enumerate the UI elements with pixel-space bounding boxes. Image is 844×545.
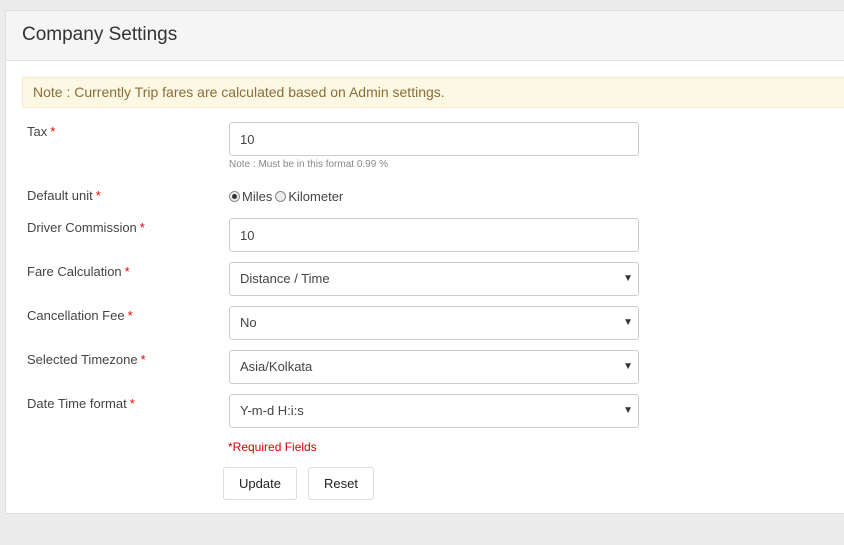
tax-label: Tax * (27, 124, 55, 139)
datetime-format-selected-value: Y-m-d H:i:s (240, 403, 304, 418)
datetime-format-label-text: Date Time format (27, 396, 127, 411)
required-asterisk: * (139, 220, 145, 235)
default-unit-label: Default unit * (27, 188, 101, 203)
cancellation-fee-selected-value: No (240, 315, 257, 330)
tax-format-hint: Note : Must be in this format 0.99 % (229, 159, 388, 170)
kilometer-radio[interactable] (275, 191, 287, 202)
cancellation-fee-select[interactable]: No ▼ (229, 306, 639, 340)
datetime-format-select[interactable]: Y-m-d H:i:s ▼ (229, 394, 639, 428)
datetime-format-label: Date Time format * (27, 396, 135, 411)
miles-radio[interactable] (229, 191, 240, 202)
caret-down-icon: ▼ (623, 361, 633, 372)
required-asterisk: * (129, 396, 135, 411)
miles-radio-label[interactable]: Miles (242, 189, 272, 204)
fare-calculation-selected-value: Distance / Time (240, 271, 330, 286)
timezone-label-text: Selected Timezone (27, 352, 138, 367)
fare-calculation-label: Fare Calculation * (27, 264, 130, 279)
default-unit-radio-group: Miles Kilometer (229, 189, 346, 204)
cancellation-fee-label: Cancellation Fee * (27, 308, 133, 323)
caret-down-icon: ▼ (623, 273, 633, 284)
admin-settings-note: Note : Currently Trip fares are calculat… (22, 77, 844, 108)
driver-commission-input[interactable] (229, 218, 639, 252)
reset-button[interactable]: Reset (308, 467, 374, 500)
required-asterisk: * (50, 124, 56, 139)
required-asterisk: * (95, 188, 101, 203)
tax-label-text: Tax (27, 124, 48, 139)
page-title: Company Settings (22, 24, 178, 45)
driver-commission-label: Driver Commission * (27, 220, 145, 235)
required-asterisk: * (127, 308, 133, 323)
update-button[interactable]: Update (223, 467, 297, 500)
timezone-label: Selected Timezone * (27, 352, 146, 367)
cancellation-fee-label-text: Cancellation Fee (27, 308, 125, 323)
panel-header: Company Settings (6, 11, 844, 61)
timezone-select[interactable]: Asia/Kolkata ▼ (229, 350, 639, 384)
timezone-selected-value: Asia/Kolkata (240, 359, 313, 374)
company-settings-panel: Company Settings Note : Currently Trip f… (5, 10, 844, 514)
fare-calculation-label-text: Fare Calculation (27, 264, 122, 279)
required-fields-note: *Required Fields (228, 440, 317, 454)
caret-down-icon: ▼ (623, 317, 633, 328)
tax-input[interactable] (229, 122, 639, 156)
required-asterisk: * (140, 352, 146, 367)
required-asterisk: * (124, 264, 130, 279)
driver-commission-label-text: Driver Commission (27, 220, 137, 235)
caret-down-icon: ▼ (623, 405, 633, 416)
fare-calculation-select[interactable]: Distance / Time ▼ (229, 262, 639, 296)
default-unit-label-text: Default unit (27, 188, 93, 203)
kilometer-radio-label[interactable]: Kilometer (288, 189, 343, 204)
